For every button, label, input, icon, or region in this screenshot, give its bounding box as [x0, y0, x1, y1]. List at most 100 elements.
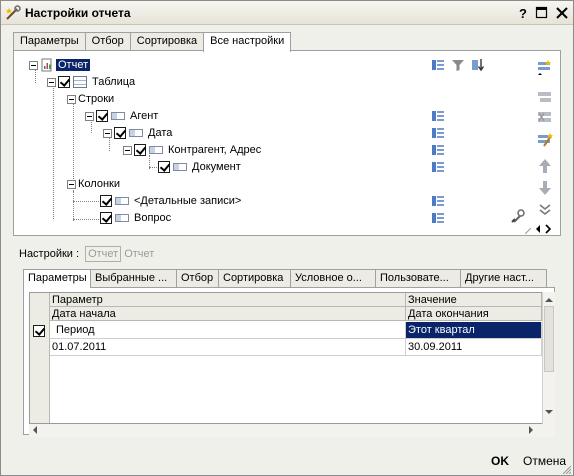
table-checkbox[interactable]	[58, 76, 70, 88]
tree-line	[73, 191, 74, 221]
col-value-header[interactable]: Значение	[406, 293, 542, 307]
dialog-footer: OK Отмена	[1, 446, 573, 476]
tree-toolbar	[533, 55, 557, 235]
scroll-right-icon[interactable]	[529, 426, 537, 434]
tree-node-question[interactable]: Вопрос	[100, 210, 171, 226]
close-icon[interactable]	[555, 6, 569, 20]
tree-node-document[interactable]: Документ	[158, 159, 241, 175]
table-icon	[73, 76, 87, 88]
edit-icon[interactable]	[536, 131, 554, 149]
tree-node-columns[interactable]: Колонки	[67, 176, 120, 192]
collapse-icon[interactable]	[85, 111, 94, 121]
tab-user[interactable]: Пользовате...	[375, 269, 461, 287]
help-icon[interactable]: ?	[515, 6, 529, 20]
ok-button[interactable]: OK	[491, 454, 509, 468]
period-checkbox[interactable]	[33, 325, 45, 337]
cancel-button[interactable]: Отмена	[523, 454, 566, 468]
collapse-icon[interactable]	[29, 60, 38, 70]
tree-node-rows[interactable]: Строки	[67, 91, 114, 107]
sort-icon[interactable]	[471, 58, 485, 72]
bottom-tabs: Параметры Выбранные ... Отбор Сортировка…	[23, 269, 547, 288]
tab-all-settings[interactable]: Все настройки	[203, 32, 292, 52]
collapse-icon[interactable]	[67, 94, 76, 104]
grid-cell-end-date[interactable]: 30.09.2011	[406, 339, 542, 356]
agent-checkbox[interactable]	[96, 110, 108, 122]
tree-node-details[interactable]: <Детальные записи>	[100, 193, 241, 209]
report-icon	[41, 58, 52, 72]
scroll-up-icon[interactable]	[545, 294, 553, 302]
tab-parameters[interactable]: Параметры	[13, 32, 86, 51]
fields-icon[interactable]	[431, 211, 445, 225]
grouping-icon	[115, 197, 129, 205]
question-checkbox[interactable]	[100, 212, 112, 224]
tree-node-date[interactable]: Дата	[103, 125, 172, 141]
collapse-icon[interactable]	[47, 77, 56, 87]
tree-label-columns: Колонки	[78, 178, 120, 190]
move-up-icon[interactable]	[536, 157, 554, 175]
tree-node-table[interactable]: Таблица	[47, 74, 135, 90]
tab-selected[interactable]: Выбранные ...	[90, 269, 177, 287]
double-chevron-down-icon[interactable]	[536, 201, 554, 219]
settings-window: Настройки отчета ? Параметры Отбор Сорти…	[0, 0, 574, 476]
scroll-down-icon[interactable]	[545, 410, 553, 418]
tab-params[interactable]: Параметры	[23, 269, 91, 288]
document-checkbox[interactable]	[158, 161, 170, 173]
move-down-icon[interactable]	[536, 179, 554, 197]
tab-filter2[interactable]: Отбор	[176, 269, 219, 287]
grid-horizontal-scrollbar[interactable]	[29, 424, 555, 437]
grouping-icon	[111, 112, 125, 120]
add-item-icon[interactable]	[536, 59, 554, 77]
collapse-icon[interactable]	[103, 128, 112, 138]
tab-conditional[interactable]: Условное о...	[290, 269, 376, 287]
fields-icon[interactable]	[431, 194, 445, 208]
date-checkbox[interactable]	[114, 127, 126, 139]
details-checkbox[interactable]	[100, 195, 112, 207]
col-param-header[interactable]: Параметр	[50, 293, 406, 307]
tree-node-report[interactable]: Отчет	[29, 57, 92, 73]
tree-label-document: Документ	[192, 161, 241, 173]
settings-selector: Настройки : Отчет Отчет	[19, 244, 154, 264]
more-icon[interactable]	[536, 219, 554, 237]
tree-label-agent: Агент	[130, 110, 159, 122]
window-title: Настройки отчета	[25, 6, 131, 20]
tab-other[interactable]: Другие наст...	[460, 269, 547, 287]
fields-icon[interactable]	[431, 143, 445, 157]
grid-cell-period[interactable]: Период	[50, 322, 406, 339]
title-bar: Настройки отчета ?	[1, 1, 573, 25]
fields-icon[interactable]	[431, 160, 445, 174]
maximize-icon[interactable]	[535, 6, 549, 20]
grid-cell-start-date[interactable]: 01.07.2011	[50, 339, 406, 356]
col-end-header[interactable]: Дата окончания	[406, 307, 542, 321]
col-start-header[interactable]: Дата начала	[50, 307, 406, 321]
resize-grip-icon[interactable]	[561, 464, 571, 474]
tree-label-rows: Строки	[78, 93, 115, 105]
grid-vertical-scrollbar[interactable]	[542, 292, 555, 424]
scroll-left-icon[interactable]	[29, 426, 37, 434]
wrench-icon[interactable]	[511, 209, 525, 223]
tree-label-counterparty: Контрагент, Адрес	[168, 144, 262, 156]
delete-icon[interactable]	[536, 109, 554, 127]
filter-icon[interactable]	[451, 58, 465, 72]
collapse-icon[interactable]	[123, 145, 132, 155]
group-icon[interactable]	[536, 89, 554, 107]
parameters-grid: Параметр Значение Дата начала Дата оконч…	[29, 292, 543, 424]
fields-icon[interactable]	[431, 109, 445, 123]
tree-node-counterparty[interactable]: Контрагент, Адрес	[123, 142, 261, 158]
tab-sorting2[interactable]: Сортировка	[218, 269, 291, 287]
scroll-thumb[interactable]	[544, 306, 554, 372]
settings-label: Настройки :	[19, 248, 80, 260]
grouping-icon	[129, 129, 143, 137]
collapse-icon[interactable]	[67, 179, 76, 189]
fields-icon[interactable]	[431, 126, 445, 140]
top-tabs: Параметры Отбор Сортировка Все настройки	[13, 32, 292, 52]
tab-sorting[interactable]: Сортировка	[129, 32, 205, 51]
counterparty-checkbox[interactable]	[134, 144, 146, 156]
settings-report-link[interactable]: Отчет	[124, 248, 154, 260]
settings-report-button[interactable]: Отчет	[85, 246, 122, 262]
tab-filter[interactable]: Отбор	[84, 32, 131, 51]
fields-icon[interactable]	[431, 58, 445, 72]
grid-cell-period-value[interactable]: Этот квартал	[406, 322, 542, 339]
tree-node-agent[interactable]: Агент	[85, 108, 158, 124]
grouping-icon	[173, 163, 187, 171]
tree-line	[53, 85, 54, 219]
